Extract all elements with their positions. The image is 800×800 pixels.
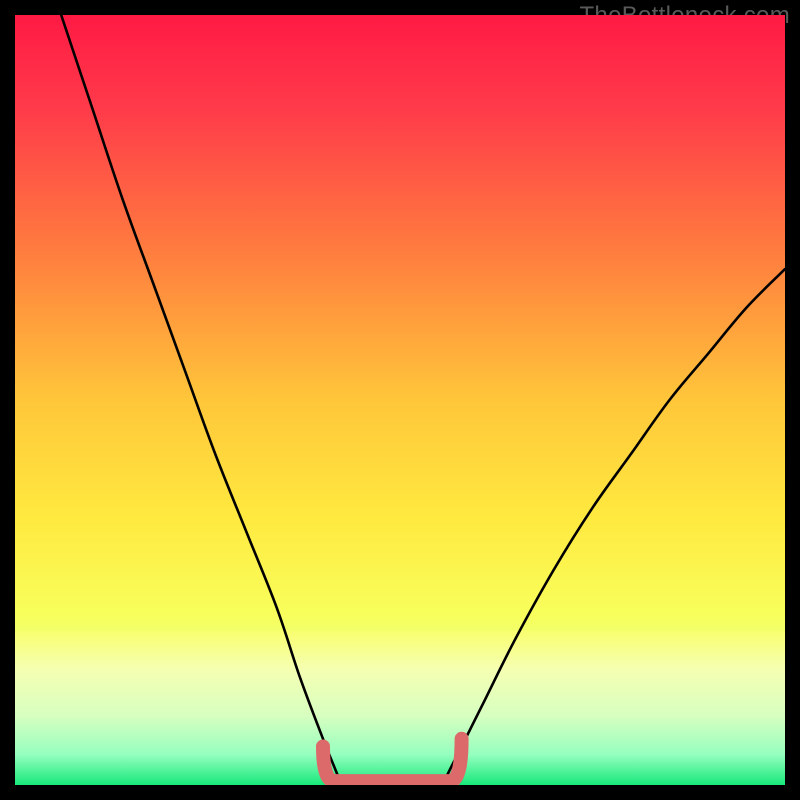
bottleneck-chart — [15, 15, 785, 785]
bottom-band — [15, 631, 785, 785]
chart-stage: TheBottleneck.com — [0, 0, 800, 800]
